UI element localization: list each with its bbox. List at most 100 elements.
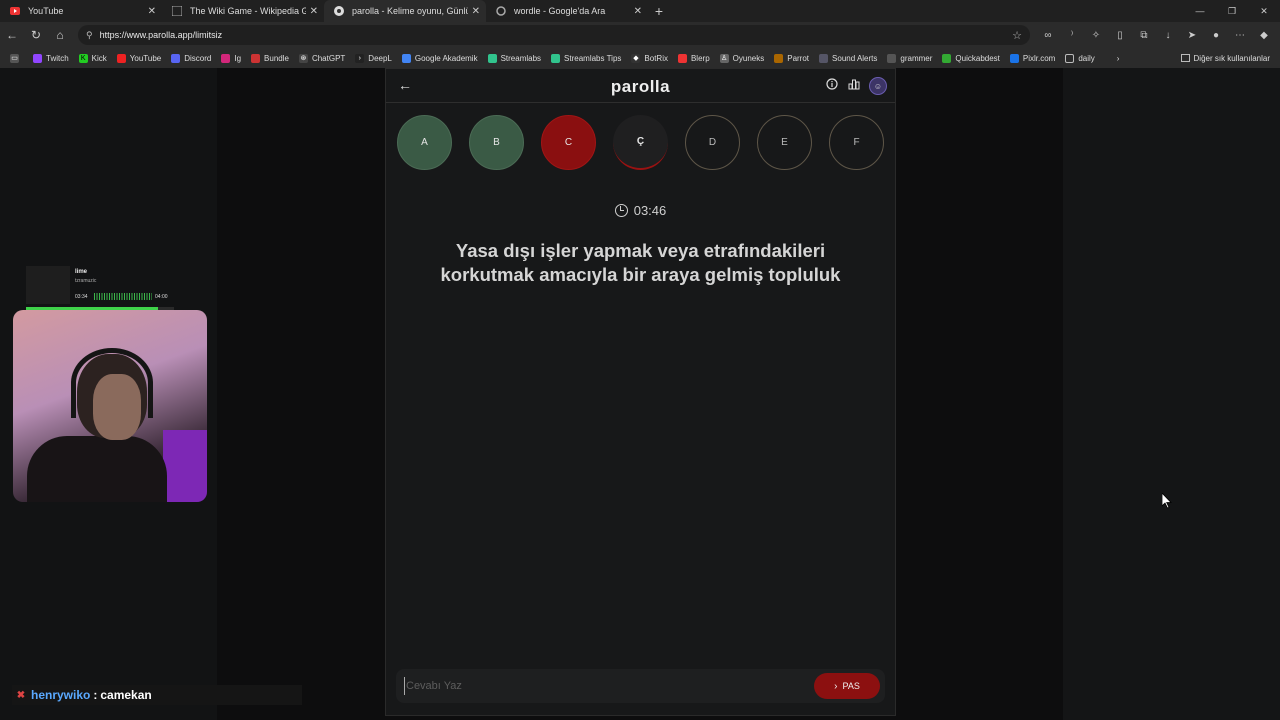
bookmark-item[interactable]: › DeepL	[355, 53, 392, 63]
back-icon[interactable]: ←	[0, 28, 24, 42]
headset	[71, 348, 153, 418]
avatar[interactable]: ☺	[869, 77, 887, 95]
close-icon[interactable]: ✕	[634, 6, 642, 17]
album-art	[26, 266, 70, 304]
tab-wiki-game[interactable]: The Wiki Game - Wikipedia Game ✕	[162, 0, 324, 22]
reload-icon[interactable]: ↻	[24, 28, 48, 42]
streamer-body	[27, 436, 167, 502]
letter-a[interactable]: A	[397, 115, 452, 170]
site-info-icon[interactable]: ⚲	[86, 30, 93, 41]
other-bookmarks[interactable]: Diğer sık kullanılanlar	[1180, 48, 1270, 68]
stats-icon[interactable]	[847, 77, 861, 91]
letter-f[interactable]: F	[829, 115, 884, 170]
bookmark-folder[interactable]: daily	[1065, 53, 1095, 63]
bookmark-item[interactable]: Discord	[171, 53, 211, 63]
waveform	[94, 293, 152, 300]
google-icon	[496, 6, 506, 16]
bookmark-item[interactable]: Bundle	[251, 53, 289, 63]
browser-tools: ∞ ⁾ ✧ ▯ ⧉ ↓ ➤ ● ⋯ ◆	[1036, 25, 1276, 45]
tab-youtube[interactable]: YouTube ✕	[0, 0, 162, 22]
youtube-icon	[10, 6, 20, 16]
pass-button[interactable]: › PAS	[814, 673, 880, 699]
close-icon[interactable]: ✕	[310, 6, 318, 17]
minimize-icon[interactable]: —	[1184, 0, 1216, 22]
bookmark-item[interactable]: ◆ BotRix	[631, 53, 668, 63]
track-elapsed: 03:34	[75, 294, 88, 300]
extensions-icon[interactable]: ✧	[1084, 25, 1108, 45]
page-viewport: ← parolla ☺ A B C Ç D E F 03:46 Yasa dış…	[0, 68, 1280, 720]
letter-c[interactable]: C	[541, 115, 596, 170]
tab-strip: YouTube ✕ The Wiki Game - Wikipedia Game…	[0, 0, 1280, 22]
letter-d[interactable]: D	[685, 115, 740, 170]
tab-title: The Wiki Game - Wikipedia Game	[190, 6, 306, 16]
tab-google[interactable]: wordle - Google'da Ara ✕	[486, 0, 648, 22]
letter-c-cedilla[interactable]: Ç	[613, 115, 668, 170]
download-icon[interactable]: ↓	[1156, 25, 1180, 45]
star-icon[interactable]: ☆	[1012, 29, 1022, 42]
restore-icon[interactable]: ❐	[1216, 0, 1248, 22]
window-controls: — ❐ ✕	[1184, 0, 1280, 22]
address-toolbar: ← ↻ ⌂ ⚲ https://www.parolla.app/limitsiz…	[0, 22, 1280, 48]
home-icon[interactable]: ⌂	[48, 28, 72, 42]
parolla-app: ← parolla ☺ A B C Ç D E F 03:46 Yasa dış…	[385, 68, 896, 716]
bookmark-item[interactable]: Streamlabs Tips	[551, 53, 621, 63]
timer: 03:46	[386, 203, 895, 218]
bookmark-item[interactable]: ▭	[10, 53, 23, 63]
read-aloud-icon[interactable]: ⁾	[1060, 25, 1084, 45]
bookmark-item[interactable]: Ig	[221, 53, 241, 63]
new-tab-icon[interactable]: +	[648, 3, 670, 19]
profile-icon[interactable]: ●	[1204, 25, 1228, 45]
url-text: https://www.parolla.app/limitsiz	[99, 30, 223, 40]
letter-e[interactable]: E	[757, 115, 812, 170]
bookmark-item[interactable]: ⊛ ChatGPT	[298, 53, 345, 63]
webcam-feed	[13, 310, 207, 502]
bookmark-item[interactable]: YouTube	[116, 53, 161, 63]
pass-label: PAS	[842, 681, 860, 691]
bookmark-item[interactable]: grammer	[887, 53, 932, 63]
more-icon[interactable]: ⋯	[1228, 25, 1252, 45]
answer-bar: › PAS	[396, 669, 885, 703]
chat-badge-icon: ✖	[16, 689, 26, 701]
chat-message: ✖ henrywiko : camekan	[12, 685, 302, 705]
question-text: Yasa dışı işler yapmak veya etrafındakil…	[440, 240, 841, 285]
now-playing-widget: lime tzramuzic 03:34 04:00	[26, 266, 174, 310]
app-logo[interactable]: parolla	[386, 77, 895, 97]
close-icon[interactable]: ✕	[148, 6, 156, 17]
bookmark-item[interactable]: Quickabdest	[942, 53, 1000, 63]
bookmark-item[interactable]: Sound Alerts	[819, 53, 877, 63]
bookmark-item[interactable]: K Kick	[78, 53, 107, 63]
bookmark-item[interactable]: Streamlabs	[487, 53, 541, 63]
folder-icon	[1180, 54, 1190, 62]
info-icon[interactable]	[825, 77, 839, 91]
chat-separator: :	[93, 688, 98, 702]
header-actions: ☺	[825, 77, 887, 95]
chevron-right-icon: ›	[834, 680, 838, 692]
close-icon[interactable]: ✕	[472, 6, 480, 17]
track-artist: tzramuzic	[75, 278, 97, 284]
copilot-icon[interactable]: ◆	[1252, 25, 1276, 45]
timer-value: 03:46	[633, 203, 667, 218]
tab-parolla[interactable]: parolla - Kelime oyunu, Günlük k ✕	[324, 0, 486, 22]
split-screen-icon[interactable]: ▯	[1108, 25, 1132, 45]
collections-icon[interactable]: ⧉	[1132, 25, 1156, 45]
answer-input[interactable]	[404, 677, 804, 695]
clock-icon	[614, 204, 628, 217]
bookmark-item[interactable]: ♙ Oyuneks	[719, 53, 764, 63]
bookmark-item[interactable]: Pixlr.com	[1009, 53, 1055, 63]
purple-light	[163, 430, 207, 502]
wiki-icon	[172, 6, 182, 16]
tab-title: wordle - Google'da Ara	[514, 6, 606, 16]
bookmark-item[interactable]: Blerp	[677, 53, 710, 63]
bookmark-item[interactable]: Parrot	[774, 53, 809, 63]
url-bar[interactable]: ⚲ https://www.parolla.app/limitsiz ☆	[78, 25, 1030, 45]
chevron-right-icon[interactable]: ›	[1117, 54, 1120, 63]
bookmark-item[interactable]: Twitch	[33, 53, 69, 63]
close-window-icon[interactable]: ✕	[1248, 0, 1280, 22]
glasses-icon[interactable]: ∞	[1036, 25, 1060, 45]
share-icon[interactable]: ➤	[1180, 25, 1204, 45]
bookmark-item[interactable]: Google Akademik	[401, 53, 478, 63]
right-margin	[1063, 68, 1280, 720]
letter-b[interactable]: B	[469, 115, 524, 170]
letter-wheel: A B C Ç D E F	[397, 115, 887, 171]
bookmarks-bar: ▭ Twitch K Kick YouTube Discord Ig Bundle…	[0, 48, 1280, 68]
